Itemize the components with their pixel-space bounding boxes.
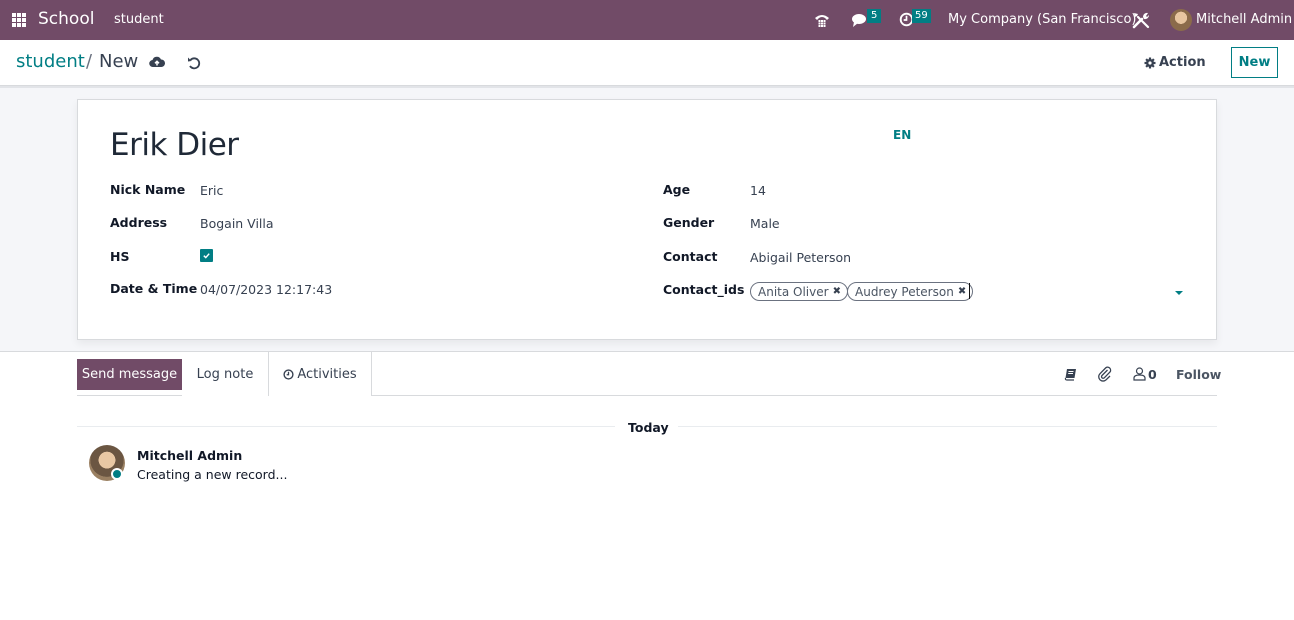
activities-label: Activities: [297, 366, 357, 382]
date-divider: [77, 426, 615, 427]
hs-label: HS: [110, 249, 130, 264]
contact-ids-input[interactable]: [969, 283, 970, 299]
date-separator-label: Today: [628, 420, 669, 435]
contact-field[interactable]: Abigail Peterson: [750, 250, 851, 265]
gear-icon: [1144, 57, 1156, 68]
language-toggle[interactable]: EN: [893, 128, 911, 142]
checkmark-icon: [203, 253, 210, 259]
new-record-button[interactable]: New: [1231, 47, 1278, 78]
message-body: Creating a new record...: [137, 467, 288, 482]
activities-button[interactable]: Activities: [269, 352, 372, 396]
breadcrumb-current: New: [99, 51, 139, 72]
breadcrumb-parent[interactable]: student: [16, 51, 85, 72]
clock-icon: [283, 368, 294, 380]
tag-label: Audrey Peterson: [855, 284, 954, 299]
date-divider: [678, 426, 1217, 427]
activities-badge: 59: [912, 9, 931, 23]
hs-checkbox[interactable]: [200, 249, 213, 262]
company-switcher[interactable]: My Company (San Francisco): [948, 12, 1136, 27]
save-cloud-icon[interactable]: [149, 55, 165, 69]
debug-tools-icon[interactable]: [1132, 11, 1150, 29]
chat-icon[interactable]: [851, 12, 867, 28]
action-label: Action: [1159, 55, 1206, 70]
dropdown-caret-icon[interactable]: [1175, 291, 1183, 295]
contact-tag: Anita Oliver ✖: [750, 282, 848, 301]
user-avatar[interactable]: [1170, 9, 1192, 31]
nick-name-label: Nick Name: [110, 182, 186, 197]
paperclip-icon[interactable]: [1097, 366, 1113, 382]
age-label: Age: [663, 182, 691, 197]
log-note-button[interactable]: Log note: [182, 352, 269, 396]
record-name-field[interactable]: Erik Dier: [110, 127, 239, 163]
apps-menu-icon[interactable]: [12, 13, 26, 27]
follow-button[interactable]: Follow: [1176, 367, 1221, 382]
messages-badge: 5: [867, 9, 882, 23]
contact-tag: Audrey Peterson ✖: [847, 282, 974, 301]
followers-icon[interactable]: [1133, 367, 1146, 381]
age-field[interactable]: 14: [750, 183, 766, 198]
app-name[interactable]: School: [38, 9, 94, 29]
nick-name-field[interactable]: Eric: [200, 183, 223, 198]
online-status-icon: [111, 468, 123, 480]
action-menu-button[interactable]: Action: [1144, 55, 1206, 70]
address-field[interactable]: Bogain Villa: [200, 216, 274, 231]
remove-tag-icon[interactable]: ✖: [958, 286, 966, 297]
contact-label: Contact: [663, 249, 718, 264]
remove-tag-icon[interactable]: ✖: [833, 286, 841, 297]
discard-undo-icon[interactable]: [187, 56, 201, 70]
phone-icon[interactable]: [814, 12, 830, 28]
menu-item-student[interactable]: student: [114, 12, 164, 27]
send-message-button[interactable]: Send message: [77, 359, 182, 390]
followers-count[interactable]: 0: [1148, 367, 1157, 382]
gender-label: Gender: [663, 215, 715, 230]
top-navbar: School student 5 59 My Company (San Fran…: [0, 0, 1294, 40]
contact-ids-label: Contact_ids: [663, 282, 745, 297]
gender-field[interactable]: Male: [750, 216, 780, 231]
date-time-field[interactable]: 04/07/2023 12:17:43: [200, 282, 332, 297]
date-time-label: Date & Time: [110, 281, 198, 296]
address-label: Address: [110, 215, 168, 230]
user-menu[interactable]: Mitchell Admin: [1196, 12, 1292, 27]
tag-label: Anita Oliver: [758, 284, 829, 299]
breadcrumb-separator: /: [86, 51, 93, 72]
message-author[interactable]: Mitchell Admin: [137, 448, 242, 463]
book-icon[interactable]: [1064, 367, 1078, 381]
